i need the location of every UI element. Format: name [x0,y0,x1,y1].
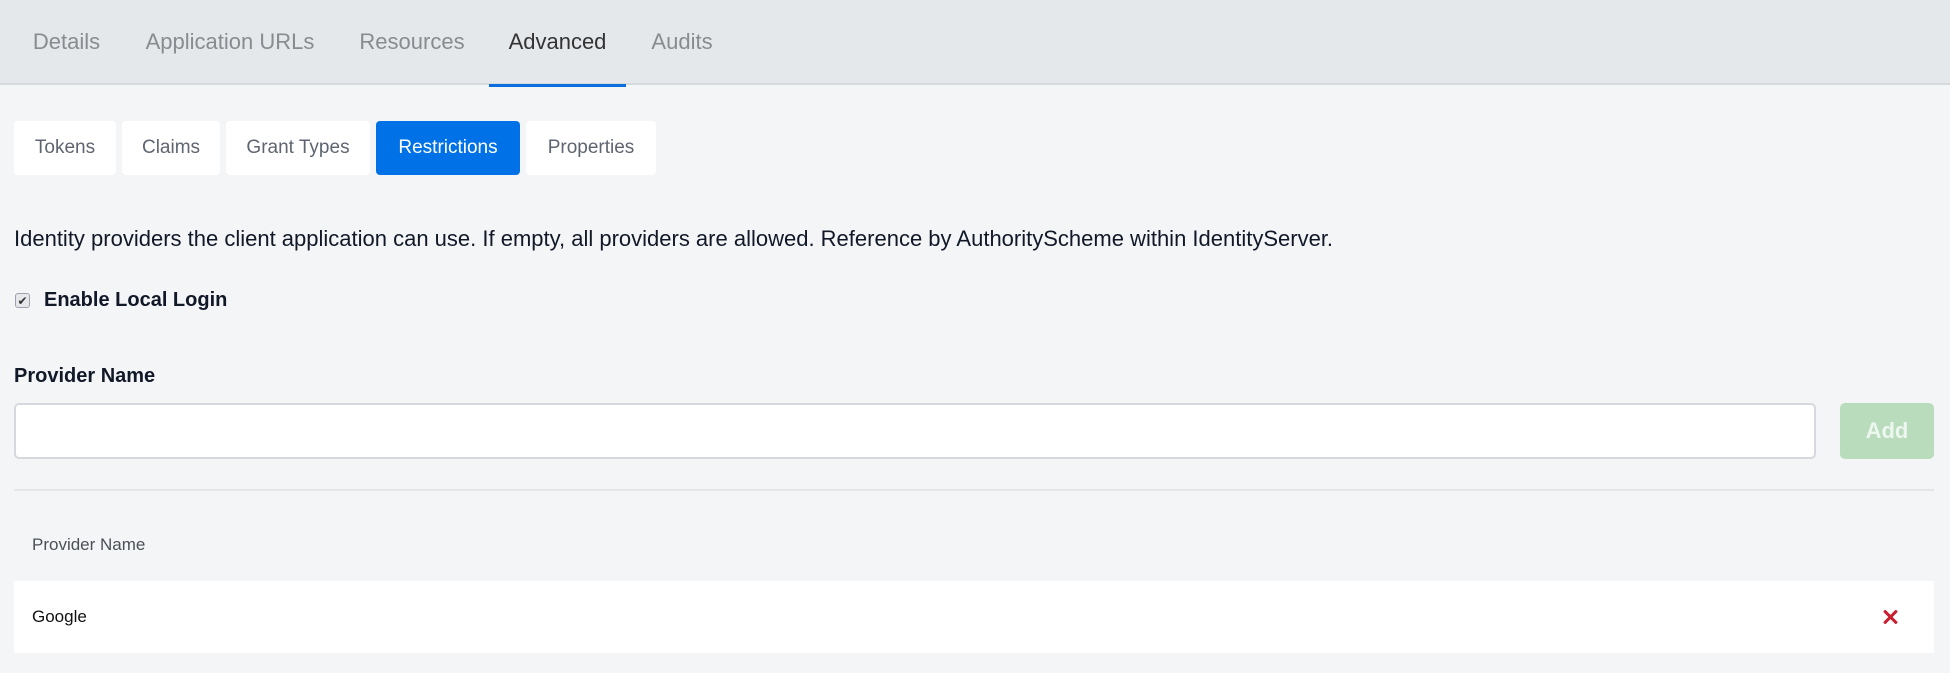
tab-application-urls[interactable]: Application URLs [126,0,334,85]
column-header-provider-name: Provider Name [32,535,146,554]
tab-audits[interactable]: Audits [632,0,732,85]
enable-local-login-row: ✔ Enable Local Login [15,289,227,312]
enable-local-login-label[interactable]: Enable Local Login [44,289,227,312]
subtab-grant-types[interactable]: Grant Types [226,121,370,175]
providers-table-header: Provider Name [14,527,1934,563]
subtab-properties[interactable]: Properties [526,121,656,175]
divider [14,489,1934,491]
provider-name-input[interactable] [14,403,1816,459]
top-tab-bar: Details Application URLs Resources Advan… [0,0,1950,87]
tab-advanced[interactable]: Advanced [489,0,626,87]
tab-resources[interactable]: Resources [341,0,483,85]
delete-icon[interactable] [1882,609,1898,625]
restrictions-description: Identity providers the client applicatio… [14,226,1334,251]
provider-name-cell: Google [32,607,87,626]
table-row: Google [14,581,1934,653]
tab-details[interactable]: Details [14,0,119,85]
subtab-claims[interactable]: Claims [122,121,220,175]
enable-local-login-checkbox[interactable]: ✔ [15,293,30,308]
subtab-restrictions[interactable]: Restrictions [376,121,520,175]
subtab-tokens[interactable]: Tokens [14,121,116,175]
provider-name-label: Provider Name [14,365,156,387]
add-provider-button[interactable]: Add [1840,403,1934,459]
checkmark-icon: ✔ [17,293,28,308]
